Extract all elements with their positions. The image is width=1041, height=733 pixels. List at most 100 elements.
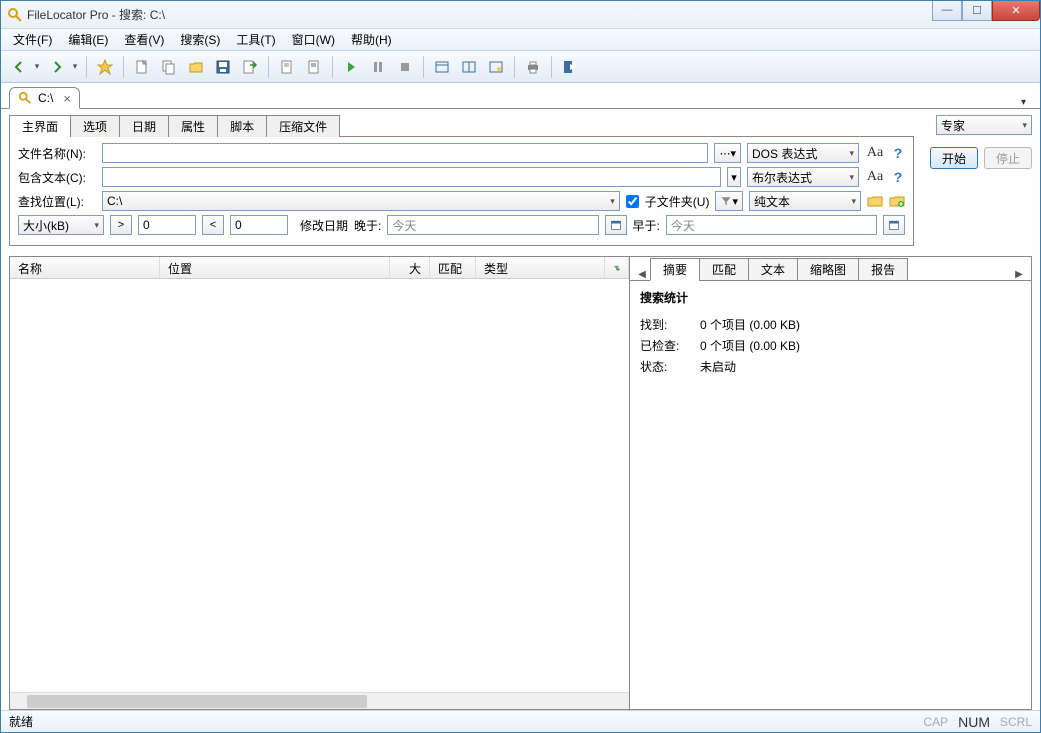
copy-button[interactable] — [157, 55, 181, 79]
encoding-combo[interactable]: 纯文本 — [749, 191, 861, 211]
app-window: FileLocator Pro - 搜索: C:\ — ☐ ✕ 文件(F) 编辑… — [0, 0, 1041, 733]
contains-input[interactable] — [102, 167, 721, 187]
contains-label: 包含文本(C): — [18, 169, 96, 186]
status-value: 未启动 — [700, 358, 736, 375]
size-min-input[interactable] — [138, 215, 196, 235]
tab-attrs[interactable]: 属性 — [168, 115, 218, 137]
back-button[interactable] — [7, 55, 31, 79]
filter-button[interactable]: ▾ — [715, 191, 743, 211]
titlebar[interactable]: FileLocator Pro - 搜索: C:\ — ☐ ✕ — [1, 1, 1040, 29]
col-size[interactable]: 大小 — [390, 257, 430, 278]
scroll-right-icon[interactable]: ▶ — [1011, 269, 1027, 280]
menu-edit[interactable]: 编辑(E) — [62, 29, 114, 50]
before-input[interactable] — [666, 215, 877, 235]
start-button[interactable]: 开始 — [930, 147, 978, 169]
scroll-left-icon[interactable]: ◀ — [634, 269, 650, 280]
tab-script[interactable]: 脚本 — [217, 115, 267, 137]
contains-expr-combo[interactable]: 布尔表达式 — [747, 167, 859, 187]
menu-search[interactable]: 搜索(S) — [174, 29, 226, 50]
help-icon[interactable]: ? — [891, 145, 905, 161]
doc1-button[interactable] — [275, 55, 299, 79]
stop-toolbutton[interactable] — [393, 55, 417, 79]
app-icon — [7, 7, 23, 23]
doc-tab-label: C:\ — [38, 91, 53, 105]
before-label: 早于: — [633, 217, 660, 234]
contains-history-button[interactable]: ▾ — [727, 167, 741, 187]
param-tabs: 主界面 选项 日期 属性 脚本 压缩文件 — [9, 115, 914, 137]
menu-window[interactable]: 窗口(W) — [286, 29, 341, 50]
save-button[interactable] — [211, 55, 235, 79]
col-type[interactable]: 类型 — [476, 257, 605, 278]
back-dropdown[interactable]: ▾ — [32, 61, 42, 72]
toolbar: ▾ ▾ — [1, 51, 1040, 83]
new-button[interactable] — [130, 55, 154, 79]
statusbar: 就绪 CAP NUM SCRL — [1, 710, 1040, 732]
help-icon-2[interactable]: ? — [891, 169, 905, 185]
rtab-match[interactable]: 匹配 — [699, 258, 749, 281]
size-combo[interactable]: 大小(kB) — [18, 215, 104, 235]
col-location[interactable]: 位置 — [160, 257, 390, 278]
tab-overflow-icon[interactable]: ▾ — [1015, 97, 1032, 108]
size-gt-button[interactable]: > — [110, 215, 132, 235]
menu-file[interactable]: 文件(F) — [7, 29, 58, 50]
rtab-report[interactable]: 报告 — [858, 258, 908, 281]
rtab-summary[interactable]: 摘要 — [650, 258, 700, 281]
export-button[interactable] — [238, 55, 262, 79]
layout3-button[interactable] — [484, 55, 508, 79]
calendar-after-icon[interactable] — [605, 215, 627, 235]
tab-main[interactable]: 主界面 — [9, 115, 71, 137]
mode-combo[interactable]: 专家 — [936, 115, 1032, 135]
col-filter-icon[interactable] — [605, 257, 629, 278]
close-tab-icon[interactable]: × — [63, 91, 71, 106]
minimize-button[interactable]: — — [932, 1, 962, 21]
filename-input[interactable] — [102, 143, 708, 163]
tab-date[interactable]: 日期 — [119, 115, 169, 137]
layout1-button[interactable] — [430, 55, 454, 79]
subfolders-checkbox[interactable] — [626, 195, 639, 208]
menubar: 文件(F) 编辑(E) 查看(V) 搜索(S) 工具(T) 窗口(W) 帮助(H… — [1, 29, 1040, 51]
after-input[interactable] — [387, 215, 598, 235]
doc2-button[interactable] — [302, 55, 326, 79]
exit-button[interactable] — [558, 55, 582, 79]
layout2-button[interactable] — [457, 55, 481, 79]
results-area: 名称 位置 大小 匹配 类型 ◀ 摘要 匹配 文本 缩略图 报告 ▶ — [1, 254, 1040, 710]
size-max-input[interactable] — [230, 215, 288, 235]
menu-view[interactable]: 查看(V) — [118, 29, 170, 50]
num-indicator: NUM — [958, 714, 990, 730]
horizontal-scrollbar[interactable] — [10, 692, 629, 709]
found-value: 0 个项目 (0.00 KB) — [700, 316, 800, 333]
case-icon[interactable]: Aa — [865, 145, 885, 161]
favorite-button[interactable] — [93, 55, 117, 79]
open-button[interactable] — [184, 55, 208, 79]
lookin-combo[interactable]: C:\ — [102, 191, 620, 211]
case-icon-2[interactable]: Aa — [865, 169, 885, 185]
tab-archive[interactable]: 压缩文件 — [266, 115, 340, 137]
filename-expr-combo[interactable]: DOS 表达式 — [747, 143, 859, 163]
size-lt-button[interactable]: < — [202, 215, 224, 235]
list-body[interactable] — [10, 279, 629, 692]
browse-folder-icon[interactable] — [867, 194, 883, 208]
play-button[interactable] — [339, 55, 363, 79]
menu-tools[interactable]: 工具(T) — [230, 29, 281, 50]
calendar-before-icon[interactable] — [883, 215, 905, 235]
doc-tab-c[interactable]: C:\ × — [9, 87, 80, 109]
subfolders-label: 子文件夹(U) — [645, 193, 710, 210]
maximize-button[interactable]: ☐ — [962, 1, 992, 21]
close-button[interactable]: ✕ — [992, 1, 1040, 21]
status-text: 就绪 — [9, 713, 33, 730]
rtab-text[interactable]: 文本 — [748, 258, 798, 281]
tab-options[interactable]: 选项 — [70, 115, 120, 137]
forward-dropdown[interactable]: ▾ — [70, 61, 80, 72]
forward-button[interactable] — [45, 55, 69, 79]
print-button[interactable] — [521, 55, 545, 79]
pause-button[interactable] — [366, 55, 390, 79]
col-name[interactable]: 名称 — [10, 257, 160, 278]
moddate-label: 修改日期 — [300, 217, 348, 234]
col-match[interactable]: 匹配 — [430, 257, 476, 278]
add-folder-icon[interactable] — [889, 194, 905, 208]
checked-label: 已检查: — [640, 337, 684, 354]
menu-help[interactable]: 帮助(H) — [345, 29, 398, 50]
rtab-thumb[interactable]: 缩略图 — [797, 258, 859, 281]
document-tabs: C:\ × ▾ — [1, 83, 1040, 109]
filename-history-button[interactable]: ⋯▾ — [714, 143, 741, 163]
